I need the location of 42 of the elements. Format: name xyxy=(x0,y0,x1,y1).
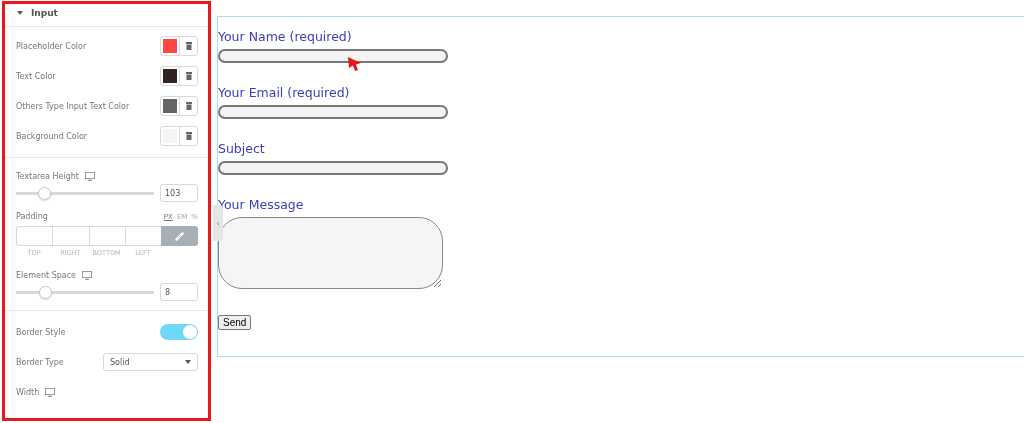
monitor-icon xyxy=(82,271,93,280)
input-field[interactable] xyxy=(218,105,448,119)
border-type-select[interactable]: Solid xyxy=(103,353,198,371)
input-field[interactable] xyxy=(218,161,448,175)
setting-label: Width xyxy=(16,387,40,397)
setting-label: Border Type xyxy=(16,357,64,367)
setting-label: Border Style xyxy=(16,327,66,337)
number-field[interactable]: 8 xyxy=(160,283,198,301)
field-label: Your Name (required) xyxy=(218,29,353,45)
toggle-switch[interactable] xyxy=(160,324,198,340)
setting-label: Textarea Height xyxy=(16,172,79,181)
color-swatch[interactable] xyxy=(163,99,177,113)
input-field[interactable] xyxy=(218,49,448,63)
trash-icon[interactable] xyxy=(185,132,192,140)
monitor-icon xyxy=(85,172,95,181)
section-header[interactable]: Input xyxy=(5,4,208,27)
setting-label: Text Color xyxy=(16,71,56,81)
setting-label: Placeholder Color xyxy=(16,41,87,51)
padding-field[interactable] xyxy=(52,226,89,246)
message-field[interactable] xyxy=(218,217,443,289)
trash-icon[interactable] xyxy=(185,72,192,80)
link-icon xyxy=(175,231,184,241)
field-label: Subject xyxy=(218,141,266,157)
send-button[interactable]: Send xyxy=(218,315,252,330)
color-swatch[interactable] xyxy=(163,69,177,83)
color-swatch[interactable] xyxy=(163,39,177,53)
setting-label: Element Space xyxy=(16,271,77,280)
setting-label: Others Type Input Text Color xyxy=(16,101,130,111)
cursor-icon xyxy=(347,56,363,72)
padding-field[interactable] xyxy=(88,226,125,246)
slider-thumb[interactable] xyxy=(37,186,51,200)
trash-icon[interactable] xyxy=(185,42,192,50)
field-label: Your Email (required) xyxy=(218,85,351,101)
trash-icon[interactable] xyxy=(185,102,192,110)
padding-field[interactable] xyxy=(16,226,53,246)
setting-label: Padding xyxy=(16,212,48,221)
setting-label: Background Color xyxy=(16,131,88,141)
slider-thumb[interactable] xyxy=(38,285,52,299)
monitor-icon xyxy=(45,387,56,397)
number-field[interactable]: 103 xyxy=(160,184,198,202)
link-button[interactable] xyxy=(161,226,198,246)
color-swatch[interactable] xyxy=(163,129,177,143)
